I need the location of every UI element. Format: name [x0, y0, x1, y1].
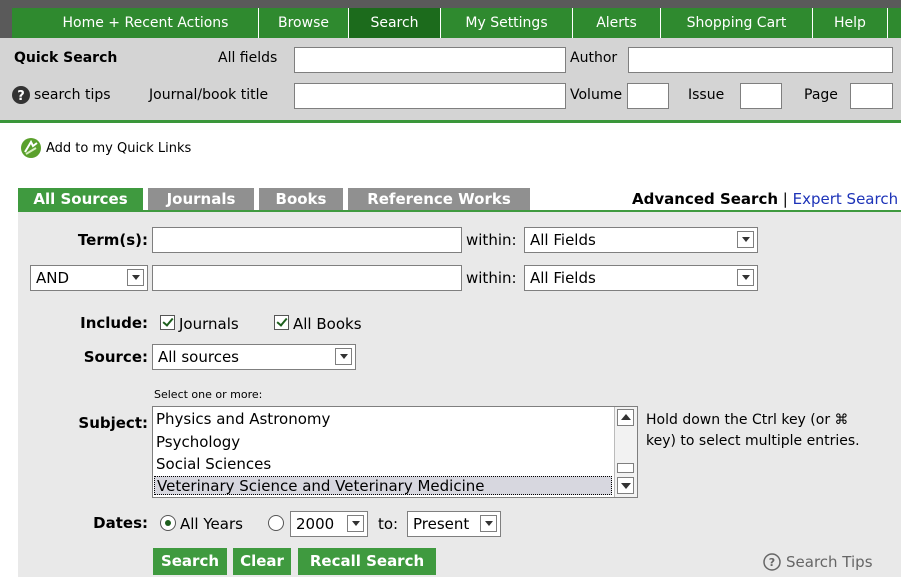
subject-label: Subject: — [78, 414, 148, 432]
page-label: Page — [804, 87, 838, 103]
quick-links-icon[interactable] — [20, 137, 42, 159]
nav-my-settings[interactable]: My Settings — [440, 8, 572, 38]
ctrl-hint-line-1: Hold down the Ctrl key (or ⌘ — [646, 412, 849, 428]
nav-shopping-cart[interactable]: Shopping Cart — [660, 8, 812, 38]
author-label: Author — [570, 50, 618, 66]
nav-alerts[interactable]: Alerts — [572, 8, 660, 38]
journal-title-label: Journal/book title — [149, 87, 269, 103]
tab-books[interactable]: Books — [259, 188, 343, 210]
chevron-down-icon[interactable] — [347, 515, 364, 532]
quick-search-title: Quick Search — [14, 50, 118, 66]
subject-listbox[interactable]: Physics and Astronomy Psychology Social … — [152, 406, 638, 498]
all-years-label: All Years — [180, 515, 243, 533]
search-button[interactable]: Search — [153, 548, 227, 575]
ctrl-hint-line-2: key) to select multiple entries. — [646, 433, 860, 449]
help-icon[interactable]: ? — [763, 553, 781, 571]
list-item[interactable]: Social Sciences — [156, 455, 271, 473]
all-fields-input[interactable] — [294, 47, 566, 73]
source-select[interactable]: All sources — [152, 344, 356, 370]
advanced-search-label: Advanced Search — [632, 190, 779, 208]
mode-separator: | — [782, 190, 788, 208]
within-label-1: within: — [466, 231, 517, 249]
subject-scrollbar[interactable] — [614, 407, 637, 497]
tab-journals[interactable]: Journals — [148, 188, 254, 210]
help-icon[interactable]: ? — [12, 86, 30, 104]
include-label: Include: — [80, 314, 148, 332]
list-item[interactable]: Psychology — [156, 433, 240, 451]
nav-browse[interactable]: Browse — [258, 8, 348, 38]
search-tips-bottom-link[interactable]: Search Tips — [786, 553, 873, 571]
nav-home[interactable]: Home + Recent Actions — [33, 8, 258, 38]
chevron-down-icon[interactable] — [127, 269, 144, 286]
all-years-radio[interactable] — [160, 515, 176, 531]
year-to-value: Present — [413, 515, 470, 533]
recall-search-button[interactable]: Recall Search — [298, 548, 436, 575]
journal-title-input[interactable] — [294, 83, 566, 109]
tab-all-sources[interactable]: All Sources — [18, 188, 143, 210]
within-select-2-value: All Fields — [530, 269, 596, 287]
chevron-down-icon[interactable] — [737, 269, 754, 286]
year-from-value: 2000 — [296, 515, 335, 533]
to-label: to: — [378, 515, 399, 533]
books-checkbox[interactable] — [274, 315, 289, 330]
nav-search[interactable]: Search — [348, 8, 440, 38]
add-quick-links-link[interactable]: Add to my Quick Links — [46, 141, 191, 156]
within-select-1[interactable]: All Fields — [524, 227, 758, 253]
select-hint: Select one or more: — [154, 388, 263, 401]
chevron-down-icon[interactable] — [737, 231, 754, 248]
page-input[interactable] — [850, 83, 893, 109]
svg-text:?: ? — [17, 89, 25, 104]
issue-label: Issue — [688, 87, 725, 103]
search-tips-link[interactable]: search tips — [34, 87, 111, 103]
issue-input[interactable] — [740, 83, 782, 109]
tab-reference-works[interactable]: Reference Works — [348, 188, 530, 210]
operator-select[interactable]: AND — [30, 265, 148, 291]
all-fields-label: All fields — [218, 50, 278, 66]
scroll-up-icon[interactable] — [617, 409, 634, 426]
quick-search-divider — [0, 120, 901, 123]
chevron-down-icon[interactable] — [480, 515, 497, 532]
volume-input[interactable] — [627, 83, 669, 109]
within-label-2: within: — [466, 269, 517, 287]
svg-text:?: ? — [769, 556, 775, 569]
clear-button[interactable]: Clear — [233, 548, 291, 575]
scroll-thumb[interactable] — [617, 463, 634, 473]
year-from-select[interactable]: 2000 — [290, 511, 368, 537]
source-value: All sources — [158, 348, 239, 366]
selected-list-item-label: Veterinary Science and Veterinary Medici… — [157, 477, 485, 495]
books-checkbox-label: All Books — [293, 315, 362, 333]
terms-input-2[interactable] — [152, 265, 462, 291]
terms-label: Term(s): — [77, 231, 148, 249]
terms-input-1[interactable] — [152, 227, 462, 253]
operator-value: AND — [36, 269, 70, 287]
nav-help[interactable]: Help — [812, 8, 888, 38]
journals-checkbox[interactable] — [160, 315, 175, 330]
scroll-down-icon[interactable] — [617, 477, 634, 494]
search-mode-links: Advanced Search | Expert Search — [632, 190, 898, 208]
year-range-radio[interactable] — [268, 515, 284, 531]
within-select-1-value: All Fields — [530, 231, 596, 249]
expert-search-link[interactable]: Expert Search — [793, 190, 898, 208]
dates-label: Dates: — [93, 514, 148, 532]
author-input[interactable] — [628, 47, 893, 73]
year-to-select[interactable]: Present — [407, 511, 501, 537]
list-item[interactable]: Physics and Astronomy — [156, 410, 330, 428]
within-select-2[interactable]: All Fields — [524, 265, 758, 291]
source-label: Source: — [83, 348, 148, 366]
chevron-down-icon[interactable] — [335, 348, 352, 365]
volume-label: Volume — [570, 87, 623, 103]
selected-list-item[interactable]: Veterinary Science and Veterinary Medici… — [154, 476, 612, 495]
journals-checkbox-label: Journals — [179, 315, 239, 333]
